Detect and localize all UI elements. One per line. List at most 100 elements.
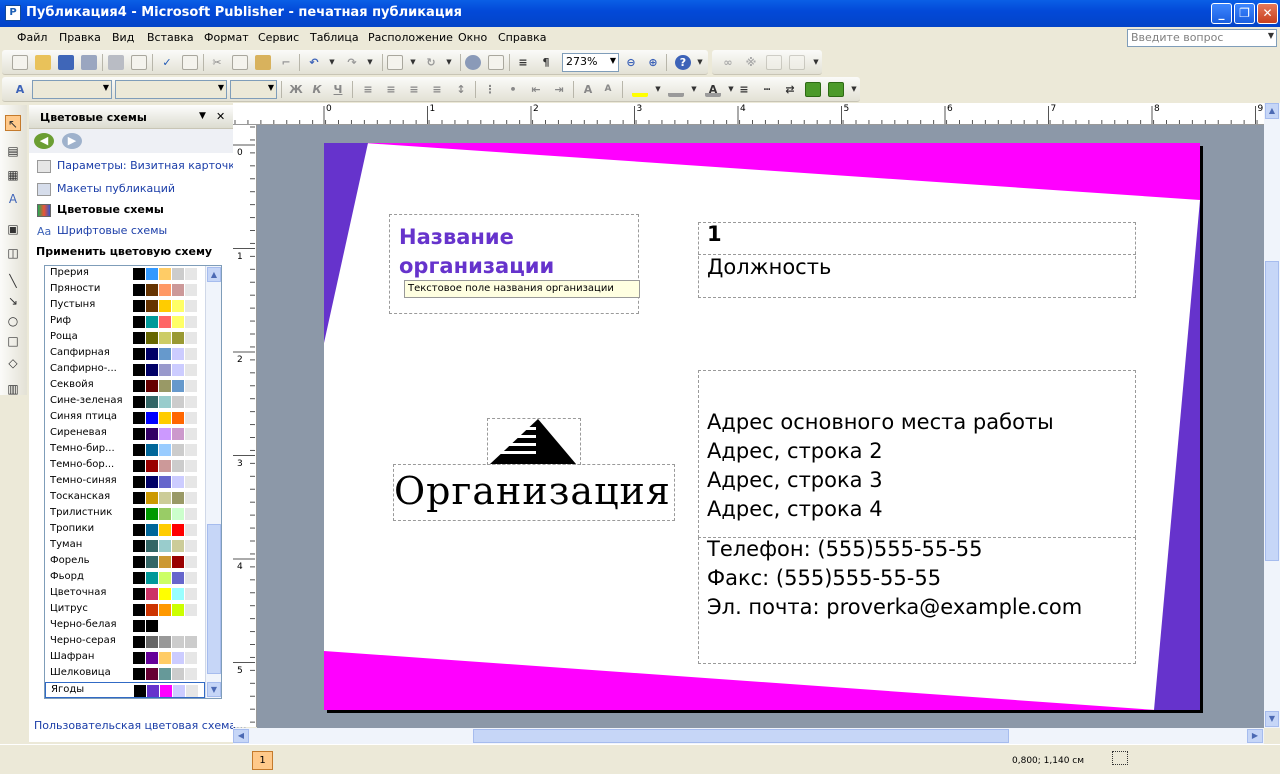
scheme-list[interactable]: Прерия Пряности Пустыня Риф Роща Сапфирная Сап… [44, 265, 222, 699]
scheme-item[interactable]: Тосканская [45, 490, 205, 506]
autoshapes-tool-icon[interactable]: ◇ [5, 355, 21, 371]
web-preview-icon[interactable] [488, 55, 504, 70]
decrease-indent-icon[interactable]: ⇤ [528, 82, 544, 97]
redo-dropdown-icon[interactable]: ▼ [362, 55, 378, 70]
link-publication-options[interactable]: Параметры: Визитная карточка [37, 159, 242, 173]
job-title[interactable]: Должность [707, 255, 831, 279]
spelling-icon[interactable]: ✓ [159, 55, 175, 70]
dash-style-icon[interactable]: ┅ [759, 82, 775, 97]
print-preview-icon[interactable] [131, 55, 147, 70]
horizontal-scrollbar[interactable]: ◀ ▶ [233, 728, 1264, 744]
scheme-item[interactable]: Цитрус [45, 602, 205, 618]
forward-icon[interactable]: ▶ [62, 133, 82, 149]
line-style-icon[interactable]: ≡ [736, 82, 752, 97]
fill-color-icon[interactable] [632, 82, 648, 97]
redo-icon[interactable]: ↷ [344, 55, 360, 70]
copy-icon[interactable] [232, 55, 248, 70]
line-spacing-icon[interactable]: ↕ [453, 82, 469, 97]
cut-icon[interactable]: ✂ [209, 55, 225, 70]
menu-file[interactable]: Файл [17, 31, 47, 44]
zoom-in-icon[interactable]: ⊕ [645, 55, 661, 70]
contacts-text[interactable]: Телефон: (555)555-55-55 Факс: (555)555-5… [707, 535, 1082, 622]
text-box-tool-icon[interactable]: ▤ [5, 143, 21, 159]
select-objects-icon[interactable]: ↖ [5, 115, 21, 131]
scheme-item[interactable]: Темно-синяя [45, 474, 205, 490]
link-icon[interactable]: ∞ [720, 55, 736, 70]
scroll-thumb[interactable] [207, 524, 221, 674]
design-gallery-icon[interactable]: ▥ [5, 381, 21, 397]
scheme-item[interactable]: Пряности [45, 282, 205, 298]
bold-icon[interactable]: Ж [288, 82, 304, 97]
scheme-item[interactable]: Фьорд [45, 570, 205, 586]
back-icon[interactable]: ◀ [34, 133, 54, 149]
style-combo[interactable]: ▼ [32, 80, 112, 99]
open-icon[interactable] [35, 55, 51, 70]
font-combo[interactable]: ▼ [115, 80, 227, 99]
zoom-out-icon[interactable]: ⊖ [623, 55, 639, 70]
3d-style-icon[interactable] [828, 82, 844, 97]
line-tool-icon[interactable]: ╲ [5, 273, 21, 289]
chevron-down-icon[interactable]: ▼ [1268, 31, 1274, 40]
scroll-up-icon[interactable]: ▲ [207, 267, 221, 282]
toolbar-options-icon[interactable]: ▼ [846, 82, 862, 97]
menu-edit[interactable]: Правка [59, 31, 101, 44]
scheme-item[interactable]: Пустыня [45, 298, 205, 314]
web-page-icon[interactable] [766, 55, 782, 70]
underline-icon[interactable]: Ч [330, 82, 346, 97]
numbering-icon[interactable]: ⋮ [482, 82, 498, 97]
line-color-dropdown-icon[interactable]: ▼ [686, 82, 702, 97]
close-button[interactable]: ✕ [1257, 3, 1278, 24]
scheme-item[interactable]: Прерия [45, 266, 205, 282]
scheme-item[interactable]: Роща [45, 330, 205, 346]
scroll-left-icon[interactable]: ◀ [233, 729, 249, 743]
permission-icon[interactable] [81, 55, 97, 70]
minimize-button[interactable]: _ [1211, 3, 1232, 24]
undo-dropdown-icon[interactable]: ▼ [324, 55, 340, 70]
scroll-thumb[interactable] [1265, 261, 1279, 561]
page-navigator[interactable]: 1 [252, 751, 273, 770]
save-icon[interactable] [58, 55, 74, 70]
arrow-tool-icon[interactable]: ↘ [5, 293, 21, 309]
scheme-item[interactable]: Черно-белая [45, 618, 205, 634]
bring-front-icon[interactable] [387, 55, 403, 70]
vertical-ruler[interactable]: 0 1 2 3 4 5 [233, 125, 257, 727]
scroll-right-icon[interactable]: ▶ [1247, 729, 1263, 743]
insert-hyperlink-icon[interactable] [465, 55, 481, 70]
chevron-down-icon[interactable]: ▼ [268, 83, 274, 92]
pilcrow-icon[interactable]: ¶ [538, 55, 554, 70]
maximize-button[interactable]: ❐ [1234, 3, 1255, 24]
wordart-tool-icon[interactable]: A [5, 191, 21, 207]
scheme-item[interactable]: Тропики [45, 522, 205, 538]
format-painter-icon[interactable]: ⌐ [278, 55, 294, 70]
scheme-item[interactable]: Ягоды [45, 682, 205, 698]
menu-arrange[interactable]: Расположение [368, 31, 453, 44]
scheme-item[interactable]: Цветочная [45, 586, 205, 602]
link-font-schemes[interactable]: Aa Шрифтовые схемы [37, 224, 167, 238]
scheme-item[interactable]: Шелковица [45, 666, 205, 682]
custom-scheme-link[interactable]: Пользовательская цветовая схема... [34, 719, 247, 732]
align-center-icon[interactable]: ≡ [383, 82, 399, 97]
rotate-icon[interactable]: ↻ [423, 55, 439, 70]
bring-front-dropdown-icon[interactable]: ▼ [405, 55, 421, 70]
scheme-item[interactable]: Сине-зеленая [45, 394, 205, 410]
rotate-dropdown-icon[interactable]: ▼ [441, 55, 457, 70]
web-options-icon[interactable] [789, 55, 805, 70]
link-publication-designs[interactable]: Макеты публикаций [37, 182, 175, 196]
scheme-item[interactable]: Форель [45, 554, 205, 570]
scheme-item[interactable]: Туман [45, 538, 205, 554]
scroll-thumb[interactable] [473, 729, 1009, 743]
align-right-icon[interactable]: ≡ [406, 82, 422, 97]
research-icon[interactable] [182, 55, 198, 70]
scheme-item[interactable]: Черно-серая [45, 634, 205, 650]
menu-help[interactable]: Справка [498, 31, 546, 44]
shrink-font-icon[interactable]: A [600, 82, 616, 97]
table-tool-icon[interactable]: ▦ [5, 167, 21, 183]
close-icon[interactable]: ✕ [216, 110, 225, 123]
scheme-item[interactable]: Риф [45, 314, 205, 330]
scheme-list-scrollbar[interactable]: ▲ ▼ [205, 266, 221, 698]
fill-color-dropdown-icon[interactable]: ▼ [650, 82, 666, 97]
ask-question-box[interactable]: Введите вопрос ▼ [1127, 29, 1277, 47]
scheme-item[interactable]: Секвойя [45, 378, 205, 394]
shadow-style-icon[interactable] [805, 82, 821, 97]
scheme-item[interactable]: Темно-бир... [45, 442, 205, 458]
